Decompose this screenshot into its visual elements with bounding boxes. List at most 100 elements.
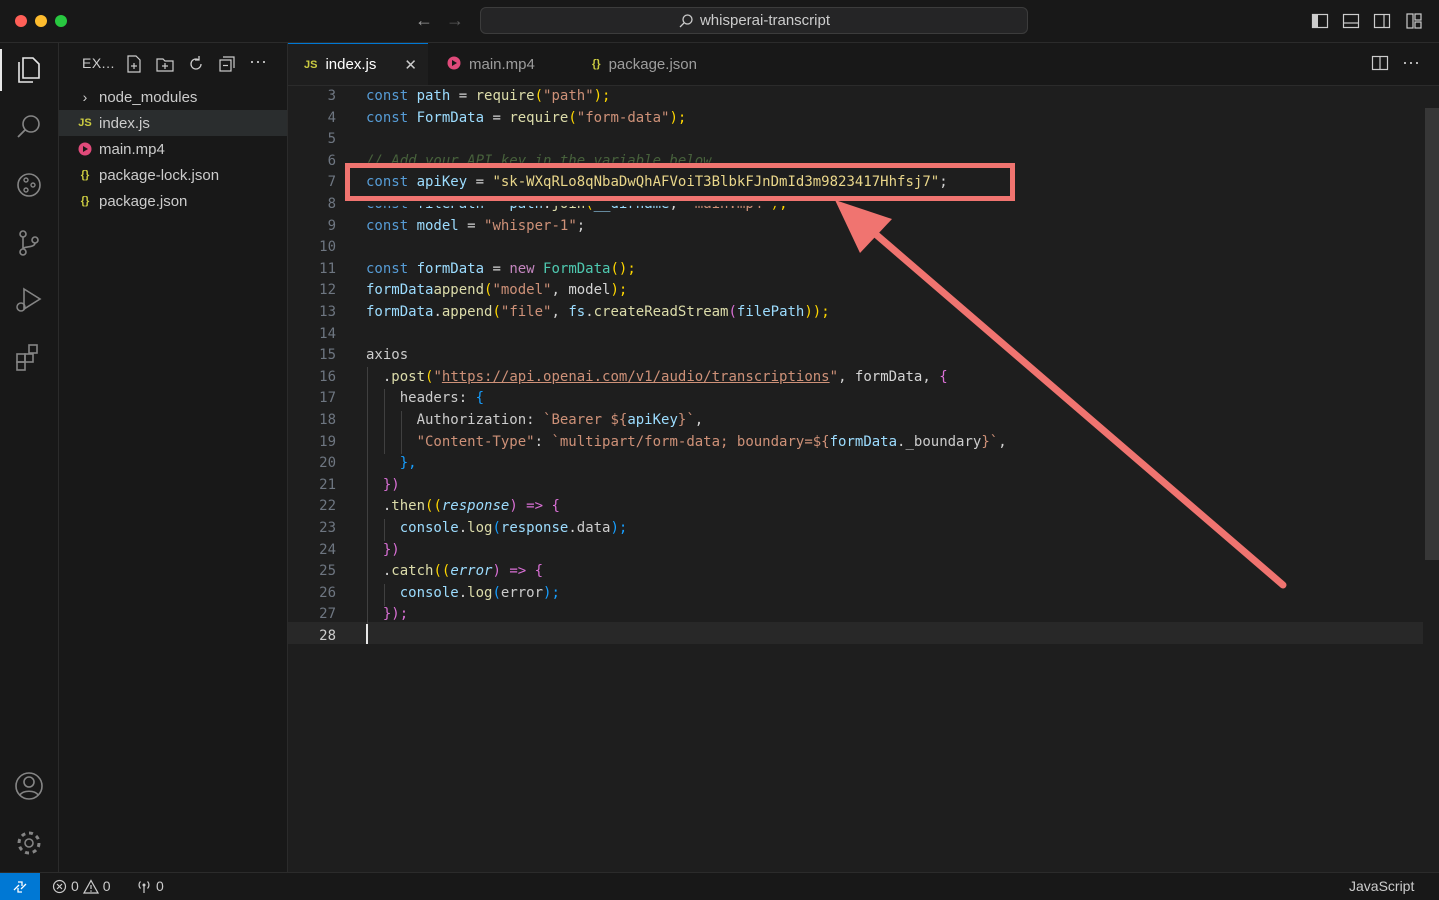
back-arrow-icon[interactable]: ← [415, 10, 433, 31]
line-number: 24 [319, 541, 336, 558]
line-number: 8 [327, 196, 336, 212]
more-actions-icon[interactable]: ··· [249, 51, 267, 72]
explorer-icon[interactable] [12, 53, 46, 87]
line-number: 3 [327, 88, 336, 104]
remote-indicator[interactable] [0, 873, 40, 900]
accounts-icon[interactable] [12, 769, 46, 803]
line-number: 22 [319, 498, 336, 515]
text-cursor [366, 624, 368, 644]
tree-item-label: package-lock.json [99, 166, 220, 184]
line-number: 21 [319, 476, 336, 493]
line-number: 16 [319, 368, 336, 385]
remote-icon [13, 880, 27, 893]
tree-item-label: index.js [99, 114, 150, 132]
timeline-icon[interactable] [12, 168, 46, 202]
tab-main-mp4[interactable]: main.mp4 [447, 43, 535, 85]
chevron-right-icon: › [82, 89, 88, 105]
line-number: 6 [327, 152, 336, 169]
tab-label: index.js [325, 56, 377, 73]
new-folder-icon[interactable] [155, 54, 175, 74]
line-number: 7 [327, 174, 336, 191]
line-number: 26 [319, 584, 336, 601]
code-line-25: .catch((error) => { [366, 563, 544, 580]
code-line-3: const path = require("path"); [366, 88, 611, 104]
tree-item-package-lock-json[interactable]: {} package-lock.json [59, 162, 287, 188]
tree-item-package-json[interactable]: {} package.json [59, 188, 287, 214]
line-number: 15 [319, 347, 336, 364]
code-line-23: console.log(response.data); [366, 520, 628, 536]
tree-item-node-modules[interactable]: › node_modules [59, 84, 287, 110]
tab-index-js[interactable]: JS index.js ✕ [288, 43, 428, 85]
search-icon[interactable] [12, 110, 46, 144]
line-number: 17 [319, 390, 336, 407]
code-line-15: axios [366, 347, 409, 364]
toggle-secondary-sidebar-icon[interactable] [1373, 12, 1391, 30]
line-number: 19 [319, 433, 336, 450]
code-line-17: headers: { [366, 390, 485, 407]
code-line-9: const model = "whisper-1"; [366, 217, 586, 234]
tree-item-label: main.mp4 [99, 140, 165, 158]
window-title: whisperai-transcript [699, 12, 831, 29]
line-number: 10 [319, 239, 336, 256]
current-line-highlight [288, 622, 1423, 644]
refresh-icon[interactable] [186, 54, 206, 74]
js-file-icon: JS [78, 117, 92, 129]
status-bar: 0 0 0 JavaScript [0, 872, 1439, 900]
code-line-12: formDataappend("model", model); [366, 282, 628, 299]
annotation-arrow-icon [835, 200, 1287, 589]
warning-icon [82, 878, 99, 894]
broadcast-icon [138, 880, 150, 893]
language-mode[interactable]: JavaScript [1349, 878, 1414, 894]
json-file-icon: {} [80, 195, 90, 207]
customize-layout-icon[interactable] [1405, 12, 1423, 30]
line-number: 12 [319, 282, 336, 299]
source-control-icon[interactable] [12, 226, 46, 260]
code-line-24: }) [366, 541, 400, 558]
tree-item-main-mp4[interactable]: main.mp4 [59, 136, 287, 162]
forward-arrow-icon[interactable]: → [446, 10, 464, 31]
warning-count: 0 [102, 878, 111, 894]
minimize-window-button[interactable] [35, 15, 47, 27]
more-actions-icon[interactable]: ··· [1402, 52, 1420, 73]
line-number: 11 [319, 260, 336, 277]
new-file-icon[interactable] [124, 54, 144, 74]
code-line-26: console.log(error); [366, 584, 560, 601]
media-file-icon [447, 56, 461, 73]
toggle-panel-icon[interactable] [1342, 12, 1360, 30]
command-center-search[interactable]: whisperai-transcript [480, 7, 1028, 34]
toggle-sidebar-icon[interactable] [1311, 12, 1329, 30]
vertical-scrollbar[interactable] [1425, 108, 1439, 560]
collapse-all-icon[interactable] [217, 54, 237, 74]
tab-label: main.mp4 [469, 55, 535, 73]
maximize-window-button[interactable] [55, 15, 67, 27]
split-editor-icon[interactable] [1371, 54, 1389, 72]
tree-item-index-js[interactable]: JS index.js [59, 110, 287, 136]
run-debug-icon[interactable] [12, 283, 46, 317]
tree-item-label: package.json [99, 192, 188, 210]
title-bar: ← → whisperai-transcript [0, 0, 1439, 43]
code-line-22: .then((response) => { [366, 498, 560, 515]
json-file-icon: {} [592, 58, 601, 70]
line-number: 5 [327, 131, 336, 148]
line-number: 23 [319, 520, 336, 536]
api-url-link[interactable]: https://api.openai.com/v1/audio/transcri… [442, 369, 830, 385]
active-indicator [0, 49, 2, 91]
media-file-icon [77, 142, 93, 156]
line-number: 18 [319, 412, 336, 428]
ports-indicator[interactable]: 0 [136, 878, 164, 894]
line-number: 20 [319, 455, 336, 472]
tree-item-label: node_modules [99, 88, 198, 106]
code-line-21: }) [366, 476, 400, 493]
tab-package-json[interactable]: {} package.json [592, 43, 697, 85]
explorer-title: EX... [82, 55, 115, 71]
line-number: 27 [319, 606, 336, 623]
extensions-icon[interactable] [12, 341, 46, 375]
problems-indicator[interactable]: 0 0 [52, 878, 111, 894]
gear-icon[interactable] [12, 826, 46, 860]
line-number: 4 [327, 109, 336, 126]
close-icon[interactable]: ✕ [404, 56, 417, 74]
editor-tab-bar: JS index.js ✕ main.mp4 {} package.json ·… [288, 43, 1439, 86]
line-number: 9 [327, 217, 336, 234]
close-window-button[interactable] [15, 15, 27, 27]
line-number: 25 [319, 563, 336, 580]
